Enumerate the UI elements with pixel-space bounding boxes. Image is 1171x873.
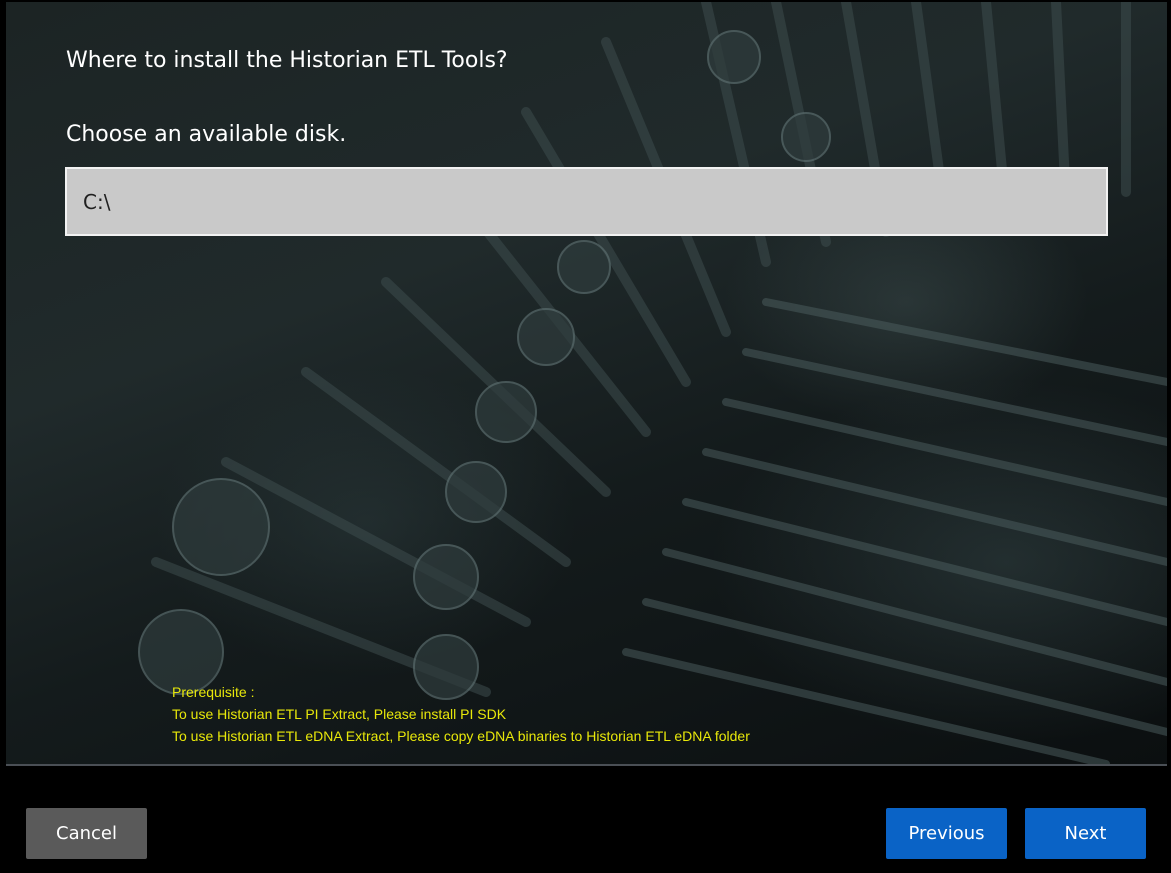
- prerequisite-line: To use Historian ETL PI Extract, Please …: [172, 706, 507, 722]
- turbine-blades-graphic: [138, 2, 1167, 764]
- background-image: [6, 2, 1167, 764]
- prerequisite-line: To use Historian ETL eDNA Extract, Pleas…: [172, 728, 750, 744]
- previous-button[interactable]: Previous: [886, 808, 1007, 859]
- prerequisite-notice: Prerequisite : To use Historian ETL PI E…: [172, 681, 750, 747]
- page-title: Where to install the Historian ETL Tools…: [66, 48, 508, 73]
- page-subtitle: Choose an available disk.: [66, 122, 347, 147]
- disk-value: C:\: [83, 189, 111, 214]
- cancel-button[interactable]: Cancel: [26, 808, 147, 859]
- installer-window: Where to install the Historian ETL Tools…: [6, 2, 1167, 868]
- disk-select-field[interactable]: C:\: [65, 167, 1108, 236]
- footer-divider: [6, 764, 1167, 766]
- prerequisite-heading: Prerequisite :: [172, 684, 255, 700]
- next-button[interactable]: Next: [1025, 808, 1146, 859]
